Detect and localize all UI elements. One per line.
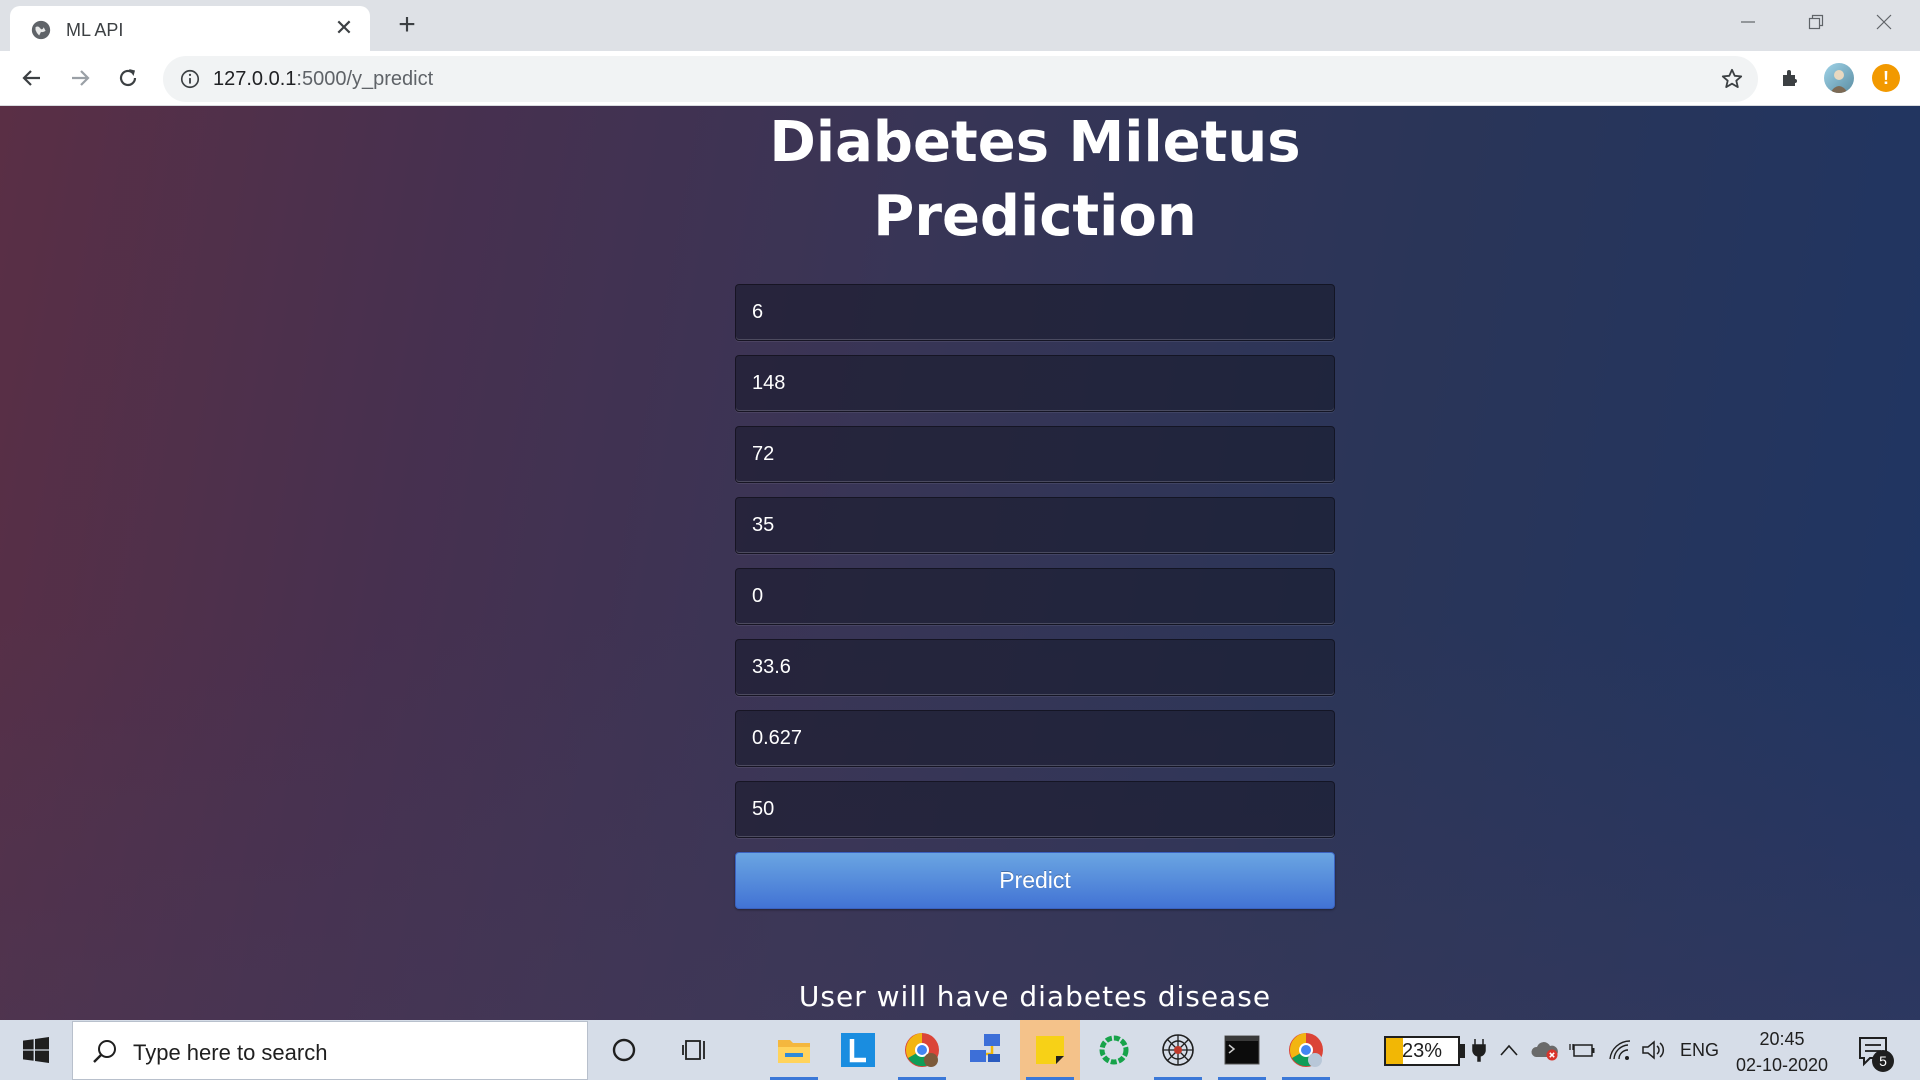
page-title: Diabetes Miletus Prediction: [660, 106, 1410, 254]
battery-tip: [1460, 1044, 1465, 1058]
info-icon[interactable]: [179, 68, 201, 90]
sticky-notes-icon[interactable]: [1020, 1020, 1080, 1080]
prediction-result: User will have diabetes disease: [798, 980, 1272, 1013]
search-placeholder: Type here to search: [133, 1040, 328, 1065]
prediction-form: Predict: [735, 284, 1335, 909]
input-field-5[interactable]: [735, 568, 1335, 625]
url-host: 127.0.0.1: [213, 68, 297, 90]
back-icon[interactable]: [14, 60, 50, 96]
wifi-icon[interactable]: [1604, 1020, 1636, 1080]
input-field-6[interactable]: [735, 639, 1335, 696]
browser-tab[interactable]: ML API ✕: [10, 6, 370, 51]
notification-badge: 5: [1872, 1050, 1894, 1072]
input-field-8[interactable]: [735, 781, 1335, 838]
reload-icon[interactable]: [110, 60, 146, 96]
clock-time: 20:45: [1759, 1029, 1805, 1049]
title-line-2: Prediction: [873, 184, 1197, 249]
onedrive-error-icon[interactable]: [1528, 1020, 1562, 1080]
input-field-3[interactable]: [735, 426, 1335, 483]
browser-toolbar: 127.0.0.1:5000/y_predict !: [0, 51, 1920, 106]
tab-title: ML API: [66, 20, 124, 40]
volume-icon[interactable]: [1638, 1020, 1670, 1080]
url-path: :5000/y_predict: [296, 68, 434, 90]
update-alert-icon[interactable]: !: [1872, 64, 1900, 92]
system-clock[interactable]: 20:45 02-10-2020: [1724, 1026, 1840, 1078]
input-field-4[interactable]: [735, 497, 1335, 554]
chrome-icon[interactable]: [1276, 1020, 1336, 1080]
new-tab-button[interactable]: +: [392, 10, 422, 40]
bookmark-star-icon[interactable]: [1720, 67, 1744, 91]
extensions-icon[interactable]: [1776, 63, 1806, 93]
ring-app-icon[interactable]: [1084, 1020, 1144, 1080]
close-window-icon[interactable]: [1850, 0, 1918, 44]
windows-taskbar: Type here to search 23% ENG 20:45 02-10-…: [0, 1020, 1920, 1080]
l-app-icon[interactable]: [828, 1020, 888, 1080]
power-plug-icon: [1466, 1020, 1492, 1080]
spider-app-icon[interactable]: [1148, 1020, 1208, 1080]
input-field-1[interactable]: [735, 284, 1335, 341]
predict-button[interactable]: Predict: [735, 852, 1335, 909]
battery-saver-icon[interactable]: [1566, 1020, 1598, 1080]
close-tab-icon[interactable]: ✕: [332, 16, 356, 40]
language-indicator[interactable]: ENG: [1680, 1040, 1719, 1061]
file-explorer-icon[interactable]: [764, 1020, 824, 1080]
input-field-2[interactable]: [735, 355, 1335, 412]
forward-icon[interactable]: [62, 60, 98, 96]
windows-start-icon[interactable]: [0, 1020, 72, 1080]
title-line-1: Diabetes Miletus: [769, 110, 1301, 175]
address-bar[interactable]: 127.0.0.1:5000/y_predict: [163, 56, 1758, 102]
clock-date: 02-10-2020: [1735, 1055, 1829, 1075]
browser-titlebar: ML API ✕ +: [0, 0, 1920, 51]
taskbar-search-box[interactable]: Type here to search: [72, 1021, 588, 1080]
globe-icon: [31, 20, 51, 40]
battery-indicator[interactable]: 23%: [1384, 1036, 1460, 1066]
terminal-icon[interactable]: [1212, 1020, 1272, 1080]
battery-percent: 23%: [1401, 1040, 1443, 1062]
url-text[interactable]: 127.0.0.1:5000/y_predict: [213, 68, 433, 91]
network-app-icon[interactable]: [956, 1020, 1016, 1080]
task-view-icon[interactable]: [666, 1020, 726, 1080]
minimize-icon[interactable]: [1714, 0, 1782, 44]
cortana-icon[interactable]: [594, 1020, 654, 1080]
input-field-7[interactable]: [735, 710, 1335, 767]
profile-avatar[interactable]: [1824, 63, 1854, 93]
chrome-profile-icon[interactable]: [892, 1020, 952, 1080]
chevron-up-icon[interactable]: [1494, 1020, 1524, 1080]
search-icon: [93, 1040, 116, 1063]
page-content: Diabetes Miletus Prediction Predict User…: [0, 106, 1920, 1020]
restore-icon[interactable]: [1782, 0, 1850, 44]
